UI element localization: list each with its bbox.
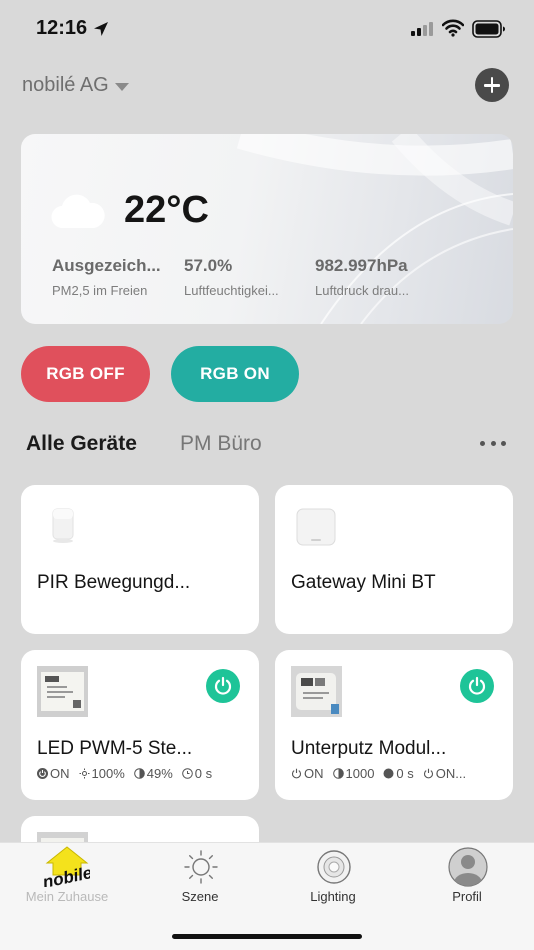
nav-mein-zuhause[interactable]: nobile Mein Zuhause: [2, 843, 132, 913]
status-time: 12:16: [36, 17, 88, 39]
pir-sensor-image: [52, 508, 74, 543]
nav-label: Profil: [452, 889, 482, 904]
nav-szene[interactable]: Szene: [135, 843, 265, 913]
home-indicator: [172, 934, 362, 939]
sun-icon: [184, 850, 218, 884]
nav-label: Lighting: [310, 889, 356, 904]
stat-value: Ausgezeich...: [52, 256, 161, 275]
weather-stat-humidity: 57.0% Luftfeuchtigkei...: [184, 256, 304, 298]
stat-value: 982.997hPa: [315, 256, 408, 275]
status-power: ON: [37, 766, 70, 781]
status-color-temp: 1000: [332, 766, 375, 781]
tab-pm-buero[interactable]: PM Büro: [180, 432, 262, 456]
location-arrow-icon: [94, 22, 108, 36]
timer-icon: [181, 768, 193, 779]
status-timer: 0 s: [181, 766, 213, 781]
caret-down-icon: [114, 82, 129, 91]
power-icon: [214, 676, 232, 695]
status-power-on-behavior: ON...: [423, 766, 466, 781]
home-selector[interactable]: nobilé AG: [22, 74, 129, 97]
status-value: 0 s: [396, 766, 414, 781]
stat-label: Luftdruck drau...: [315, 283, 409, 298]
half-circle-icon: [332, 768, 344, 779]
wifi-icon: [442, 19, 464, 37]
weather-stat-air-quality: Ausgezeich... PM2,5 im Freien: [52, 256, 172, 298]
power-toggle-button[interactable]: [460, 669, 494, 703]
weather-card[interactable]: 22°C Ausgezeich... PM2,5 im Freien 57.0%…: [21, 134, 513, 324]
power-toggle-button[interactable]: [206, 669, 240, 703]
status-color-temp: 49%: [133, 766, 173, 781]
add-button[interactable]: [475, 68, 509, 102]
cellular-signal-icon: [411, 22, 433, 36]
status-value: 1000: [345, 766, 375, 781]
led-pwm-module-image: [37, 666, 88, 717]
temperature: 22°C: [124, 189, 209, 231]
more-options-icon[interactable]: [480, 441, 506, 447]
power-icon: [468, 676, 486, 695]
stat-label: Luftfeuchtigkei...: [184, 283, 279, 298]
device-name: Gateway Mini BT: [291, 572, 436, 593]
power-outline-icon: [423, 768, 433, 779]
unterputz-module-image: [291, 666, 342, 717]
device-status: ON 1000 0 s ON...: [291, 766, 466, 781]
battery-icon: [472, 20, 505, 38]
status-brightness: 100%: [79, 766, 125, 781]
status-value: ON: [50, 766, 70, 781]
lighting-icon: [317, 850, 351, 884]
status-value: 0 s: [194, 766, 213, 781]
device-card-unterputz[interactable]: Unterputz Modul... ON 1000 0 s ON...: [275, 650, 513, 800]
brightness-icon: [79, 768, 89, 779]
device-status: ON 100% 49% 0 s: [37, 766, 212, 781]
status-value: ON...: [435, 766, 467, 781]
stat-value: 57.0%: [184, 256, 233, 275]
profile-avatar-icon: [448, 847, 488, 887]
status-value: 49%: [146, 766, 173, 781]
status-power: ON: [291, 766, 324, 781]
power-circle-icon: [37, 768, 48, 779]
rgb-on-button[interactable]: RGB ON: [171, 346, 299, 402]
timer-filled-icon: [383, 768, 394, 779]
device-name: LED PWM-5 Ste...: [37, 738, 193, 759]
half-circle-icon: [133, 768, 145, 779]
nav-label: Szene: [181, 889, 219, 904]
status-value: 100%: [91, 766, 125, 781]
home-name: nobilé AG: [22, 74, 109, 96]
tab-all-devices[interactable]: Alle Geräte: [26, 432, 137, 456]
rgb-off-button[interactable]: RGB OFF: [21, 346, 150, 402]
power-outline-icon: [292, 768, 301, 779]
status-value: ON: [304, 766, 324, 781]
stat-label: PM2,5 im Freien: [52, 283, 148, 298]
device-card-gateway[interactable]: Gateway Mini BT: [275, 485, 513, 634]
nav-label: Mein Zuhause: [25, 889, 109, 904]
device-card-pir[interactable]: PIR Bewegungd...: [21, 485, 259, 634]
gateway-image: [296, 508, 336, 546]
cloud-icon: [51, 194, 105, 229]
nav-lighting[interactable]: Lighting: [268, 843, 398, 913]
weather-stat-pressure: 982.997hPa Luftdruck drau...: [315, 256, 435, 298]
device-name: Unterputz Modul...: [291, 738, 447, 759]
device-name: PIR Bewegungd...: [37, 572, 191, 593]
status-timer: 0 s: [383, 766, 414, 781]
device-card-led-pwm[interactable]: LED PWM-5 Ste... ON 100% 49% 0 s: [21, 650, 259, 800]
status-bar: 12:16: [0, 0, 534, 56]
nav-profil[interactable]: Profil: [402, 843, 532, 913]
nobile-home-logo-icon: nobile: [44, 846, 90, 887]
